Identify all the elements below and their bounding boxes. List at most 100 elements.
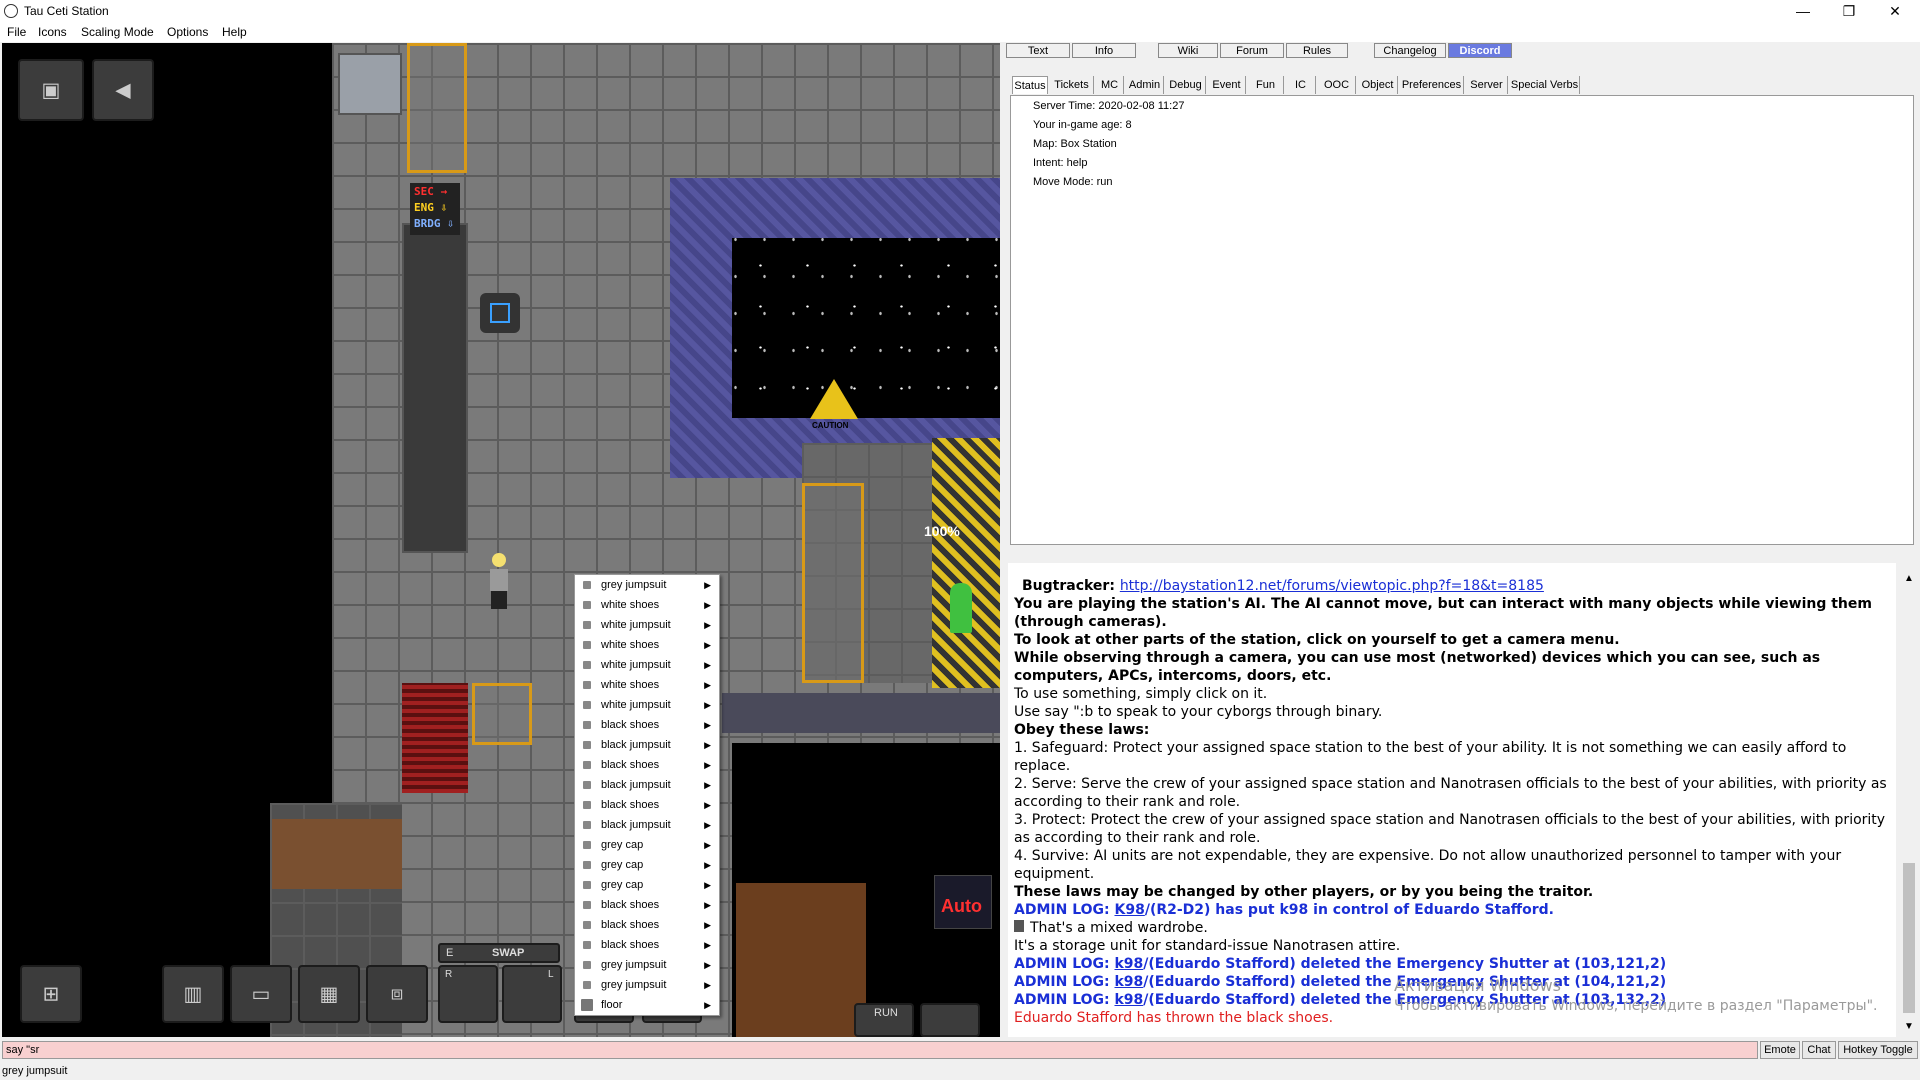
swap-label: SWAP <box>492 947 525 959</box>
menu-item[interactable]: white shoes ▶ <box>575 595 719 615</box>
tab-admin[interactable]: Admin <box>1126 76 1164 94</box>
menu-icons[interactable]: Icons <box>38 25 67 39</box>
menu-item[interactable]: white jumpsuit ▶ <box>575 655 719 675</box>
menu-item[interactable]: grey cap ▶ <box>575 875 719 895</box>
submenu-arrow-icon: ▶ <box>704 820 711 830</box>
activation-watermark-text: Чтобы активировать Windows, перейдите в … <box>1394 998 1878 1014</box>
scroll-thumb[interactable] <box>1903 863 1915 1013</box>
menu-help[interactable]: Help <box>222 25 247 39</box>
discord-button[interactable]: Discord <box>1448 43 1512 58</box>
tab-server[interactable]: Server <box>1466 76 1508 94</box>
chat-line: according to their rank and role. <box>1014 794 1241 810</box>
tab-tickets[interactable]: Tickets <box>1050 76 1094 94</box>
hotkey-toggle-button[interactable]: Hotkey Toggle <box>1838 1041 1918 1059</box>
menu-item[interactable]: black shoes ▶ <box>575 915 719 935</box>
menu-item[interactable]: black jumpsuit ▶ <box>575 815 719 835</box>
space-window <box>732 238 1000 418</box>
back-slot[interactable]: ⧈ <box>366 965 428 1023</box>
admin-user-link[interactable]: k98 <box>1114 974 1143 990</box>
menu-item[interactable]: grey cap ▶ <box>575 855 719 875</box>
airlock-door[interactable] <box>407 43 467 173</box>
tab-special-verbs[interactable]: Special Verbs <box>1510 76 1580 94</box>
menu-item[interactable]: grey cap ▶ <box>575 835 719 855</box>
uniform-slot[interactable]: ▥ <box>162 965 224 1023</box>
health-doll[interactable] <box>920 1003 980 1037</box>
airlock-door[interactable] <box>802 483 864 683</box>
tab-event[interactable]: Event <box>1208 76 1246 94</box>
admin-user-link[interactable]: K98 <box>1114 902 1144 918</box>
admin-user-link[interactable]: k98 <box>1114 956 1143 972</box>
minimize-button[interactable]: — <box>1780 0 1826 22</box>
chat-line: That's a mixed wardrobe. <box>1014 919 1894 937</box>
status-panel: Server Time: 2020-02-08 11:27 Your in-ga… <box>1010 95 1914 545</box>
airlock-door[interactable] <box>472 683 532 745</box>
chat-line: Use say ":b to speak to your cyborgs thr… <box>1014 704 1383 720</box>
chat-button[interactable]: Chat <box>1802 1041 1836 1059</box>
text-button[interactable]: Text <box>1006 43 1070 58</box>
item-icon <box>583 641 591 649</box>
tab-fun[interactable]: Fun <box>1248 76 1284 94</box>
menu-item[interactable]: black shoes ▶ <box>575 715 719 735</box>
info-button[interactable]: Info <box>1072 43 1136 58</box>
menu-item[interactable]: white shoes ▶ <box>575 675 719 695</box>
admin-log-line: ADMIN LOG: k98/(Eduardo Stafford) delete… <box>1014 956 1667 972</box>
bugtracker-link[interactable]: http://baystation12.net/forums/viewtopic… <box>1120 578 1544 594</box>
rules-button[interactable]: Rules <box>1286 43 1348 58</box>
maximize-button[interactable]: ❐ <box>1826 0 1872 22</box>
id-slot[interactable]: ▭ <box>230 965 292 1023</box>
menu-item[interactable]: black shoes ▶ <box>575 935 719 955</box>
wardrobe-icon <box>1014 920 1024 932</box>
menu-item[interactable]: white jumpsuit ▶ <box>575 695 719 715</box>
emote-button[interactable]: Emote <box>1760 1041 1800 1059</box>
run-toggle[interactable]: RUN <box>854 1003 914 1037</box>
tab-object[interactable]: Object <box>1358 76 1398 94</box>
menu-options[interactable]: Options <box>167 25 208 39</box>
scroll-down-icon[interactable]: ▼ <box>1904 1021 1914 1032</box>
menu-item[interactable]: grey jumpsuit ▶ <box>575 955 719 975</box>
tab-status[interactable]: Status <box>1012 76 1048 94</box>
wiki-button[interactable]: Wiki <box>1158 43 1218 58</box>
camera-terminal[interactable] <box>480 293 520 333</box>
swap-hands-button[interactable]: E SWAP <box>438 943 560 963</box>
tab-ic[interactable]: IC <box>1286 76 1316 94</box>
belt-slot[interactable]: ▦ <box>298 965 360 1023</box>
menu-item[interactable]: white shoes ▶ <box>575 635 719 655</box>
right-hand-slot[interactable]: R <box>438 965 498 1023</box>
forum-button[interactable]: Forum <box>1220 43 1284 58</box>
player-character[interactable] <box>488 553 508 613</box>
submenu-arrow-icon: ▶ <box>704 620 711 630</box>
scroll-up-icon[interactable]: ▲ <box>1904 573 1914 584</box>
ai-core-button[interactable]: ▣ <box>18 59 84 121</box>
menu-item[interactable]: grey jumpsuit ▶ <box>575 575 719 595</box>
submenu-arrow-icon: ▶ <box>704 960 711 970</box>
maintenance-door[interactable] <box>338 53 402 115</box>
menu-item[interactable]: black shoes ▶ <box>575 795 719 815</box>
tab-ooc[interactable]: OOC <box>1318 76 1356 94</box>
game-viewport[interactable]: SEC → ENG ⇩ BRDG ⇩ CAUTION 100% Auto ▣ ◀… <box>2 43 1000 1037</box>
chat-scrollbar[interactable]: ▲ ▼ <box>1900 573 1918 1037</box>
menu-file[interactable]: File <box>7 25 26 39</box>
tab-debug[interactable]: Debug <box>1166 76 1206 94</box>
tab-mc[interactable]: MC <box>1096 76 1124 94</box>
menu-item[interactable]: black jumpsuit ▶ <box>575 735 719 755</box>
submenu-arrow-icon: ▶ <box>704 780 711 790</box>
menu-item[interactable]: black jumpsuit ▶ <box>575 775 719 795</box>
menu-item[interactable]: white jumpsuit ▶ <box>575 615 719 635</box>
inventory-toggle[interactable]: ⊞ <box>20 965 82 1023</box>
close-button[interactable]: ✕ <box>1872 0 1918 22</box>
green-mannequin[interactable] <box>950 583 972 633</box>
tab-preferences[interactable]: Preferences <box>1400 76 1464 94</box>
menu-item[interactable]: black shoes ▶ <box>575 895 719 915</box>
changelog-button[interactable]: Changelog <box>1374 43 1446 58</box>
menu-item[interactable]: grey jumpsuit ▶ <box>575 975 719 995</box>
command-input[interactable]: say "sr <box>2 1041 1758 1059</box>
admin-user-link[interactable]: k98 <box>1114 992 1143 1008</box>
submenu-arrow-icon: ▶ <box>704 880 711 890</box>
back-button[interactable]: ◀ <box>92 59 154 121</box>
menu-item[interactable]: black shoes ▶ <box>575 755 719 775</box>
submenu-arrow-icon: ▶ <box>704 640 711 650</box>
auto-panel[interactable]: Auto <box>934 875 992 929</box>
menu-scaling-mode[interactable]: Scaling Mode <box>81 25 154 39</box>
menu-item[interactable]: floor ▶ <box>575 995 719 1015</box>
left-hand-slot[interactable]: L <box>502 965 562 1023</box>
